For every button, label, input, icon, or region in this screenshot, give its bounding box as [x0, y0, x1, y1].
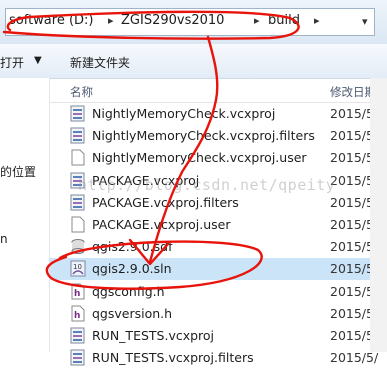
file-name: RUN_TESTS.vcxproj — [92, 328, 215, 343]
breadcrumb-chevron-icon[interactable]: ▸ — [108, 14, 114, 27]
file-modified-date: 2015/5/ — [330, 350, 379, 366]
header-file-icon: h — [70, 283, 86, 300]
file-row[interactable]: 10 qgis2.9.0.sln 2015/5/ — [50, 258, 387, 281]
file-name: NightlyMemoryCheck.vcxproj.filters — [92, 128, 315, 144]
open-dropdown-icon[interactable]: ▼ — [34, 55, 42, 66]
file-row[interactable]: NightlyMemoryCheck.vcxproj 2015/5/ — [50, 103, 387, 125]
navigation-pane: 的位置 n — [0, 78, 50, 352]
file-row[interactable]: PACKAGE.vcxproj.user 2015/5/ — [50, 214, 387, 236]
breadcrumb-build-folder[interactable]: build — [268, 13, 300, 28]
column-header: 名称 修改日期 — [50, 78, 387, 103]
header-file-icon: h — [70, 305, 86, 322]
watermark-text: http://blog.csdn.net/qpeity — [78, 176, 336, 194]
svg-text:10: 10 — [73, 263, 82, 271]
file-row[interactable]: NightlyMemoryCheck.vcxproj.user 2015/5/ — [50, 147, 387, 169]
file-name: NightlyMemoryCheck.vcxproj.user — [92, 150, 307, 166]
vcxproj-icon — [70, 105, 86, 122]
user-file-icon — [70, 149, 86, 166]
toolbar: 打开 ▼ 新建文件夹 — [0, 44, 387, 79]
svg-text:h: h — [74, 311, 80, 321]
vertical-scrollbar[interactable] — [370, 78, 387, 352]
address-dropdown-icon[interactable]: ▾ — [362, 15, 368, 28]
file-row[interactable]: h qgsconfig.h 2015/5/ — [50, 281, 387, 303]
solution-file-icon: 10 — [70, 260, 86, 277]
database-file-icon — [70, 238, 86, 255]
nav-item-partial[interactable]: n — [0, 232, 8, 246]
file-row[interactable]: h qgsversion.h 2015/5/ — [50, 303, 387, 325]
file-row[interactable]: RUN_TESTS.vcxproj.filters 2015/5/ — [50, 347, 387, 369]
breadcrumb-chevron-icon[interactable]: ▸ — [314, 14, 320, 27]
file-row[interactable]: RUN_TESTS.vcxproj 2015/5/ — [50, 325, 387, 347]
file-row[interactable]: NightlyMemoryCheck.vcxproj.filters 2015/5… — [50, 125, 387, 147]
file-row[interactable]: qgis2.9.0.sdf 2015/5/ — [50, 236, 387, 258]
file-name: qgsversion.h — [92, 305, 173, 321]
file-name: qgsconfig.h — [92, 283, 165, 299]
breadcrumb-project-folder[interactable]: ZGIS290vs2010 — [121, 13, 224, 28]
user-file-icon — [70, 216, 86, 233]
filters-icon — [70, 194, 86, 211]
nav-item-recent-places[interactable]: 的位置 — [0, 163, 36, 180]
file-name: qgis2.9.0.sln — [92, 261, 172, 277]
svg-text:h: h — [74, 289, 80, 299]
file-row[interactable]: PACKAGE.vcxproj.filters 2015/5/ — [50, 192, 387, 214]
breadcrumb-drive[interactable]: software (D:) — [9, 13, 94, 28]
breadcrumb-chevron-icon[interactable]: ▸ — [254, 14, 260, 27]
vcxproj-icon — [70, 327, 86, 344]
file-name: PACKAGE.vcxproj.user — [92, 217, 231, 232]
file-name: NightlyMemoryCheck.vcxproj — [92, 106, 276, 121]
file-name: qgis2.9.0.sdf — [92, 239, 173, 255]
file-name: PACKAGE.vcxproj.filters — [92, 194, 239, 210]
column-header-name[interactable]: 名称 — [70, 84, 93, 100]
filters-icon — [70, 127, 86, 144]
new-folder-button[interactable]: 新建文件夹 — [70, 54, 130, 71]
open-button[interactable]: 打开 — [0, 54, 24, 71]
file-list: 名称 修改日期 NightlyMemoryCheck.vcxproj 2015/5… — [50, 78, 387, 366]
address-bar: software (D:) ▸ ZGIS290vs2010 ▸ build ▸ … — [0, 0, 387, 44]
file-name: RUN_TESTS.vcxproj.filters — [92, 350, 254, 366]
